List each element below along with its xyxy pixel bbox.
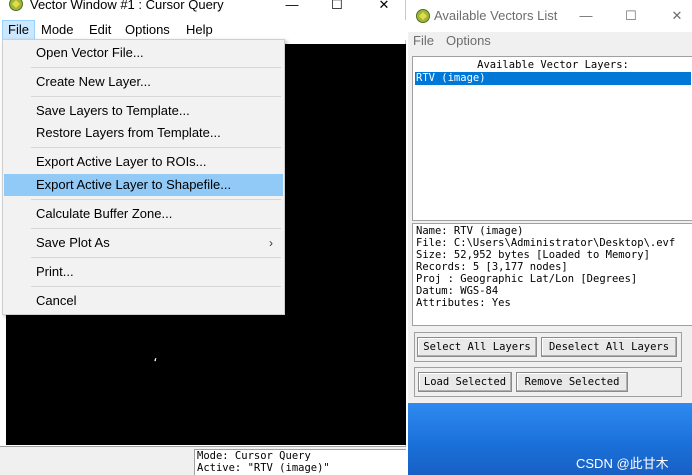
menu-item-calculate-buffer-zone[interactable]: Calculate Buffer Zone... bbox=[4, 203, 283, 225]
menu-file[interactable]: File bbox=[2, 20, 35, 40]
minimize-button[interactable]: — bbox=[571, 7, 601, 25]
info-attributes: Attributes: Yes bbox=[416, 297, 511, 309]
menu-separator bbox=[31, 286, 281, 287]
menu-options[interactable]: Options bbox=[120, 20, 175, 40]
file-dropdown-menu: Open Vector File... Create New Layer... … bbox=[2, 39, 285, 315]
menu-item-export-active-layer-to-rois[interactable]: Export Active Layer to ROIs... bbox=[4, 151, 283, 173]
menu-separator bbox=[31, 228, 281, 229]
minimize-button[interactable]: — bbox=[277, 0, 307, 14]
menu-item-export-active-layer-to-shapefile[interactable]: Export Active Layer to Shapefile... bbox=[4, 174, 283, 196]
envi-app-icon bbox=[415, 8, 431, 24]
desktop-background: CSDN @此甘木 bbox=[408, 403, 692, 475]
maximize-button[interactable]: ☐ bbox=[616, 7, 646, 25]
load-buttons-group: Load Selected Remove Selected bbox=[414, 367, 682, 397]
list-header: Available Vector Layers: bbox=[477, 59, 629, 71]
close-button[interactable]: ✕ bbox=[662, 7, 692, 25]
vector-layers-list[interactable]: Available Vector Layers: RTV (image) bbox=[412, 56, 692, 221]
remove-selected-button[interactable]: Remove Selected bbox=[516, 372, 628, 392]
envi-app-icon bbox=[8, 0, 24, 12]
status-mode-line: Mode: Cursor Query bbox=[197, 450, 311, 462]
vector-window-menubar: File Mode Edit Options Help bbox=[0, 20, 406, 40]
vector-window-title: Vector Window #1 : Cursor Query bbox=[30, 0, 224, 12]
submenu-arrow-icon: › bbox=[269, 236, 273, 250]
menu-item-create-new-layer[interactable]: Create New Layer... bbox=[4, 71, 283, 93]
menu-item-save-plot-as[interactable]: Save Plot As › bbox=[4, 232, 283, 254]
menu-item-label: Save Plot As bbox=[36, 235, 110, 250]
menu-item-restore-layers-from-template[interactable]: Restore Layers from Template... bbox=[4, 122, 283, 144]
available-vectors-title: Available Vectors List bbox=[434, 8, 558, 23]
menu-separator bbox=[31, 199, 281, 200]
maximize-button[interactable]: ☐ bbox=[322, 0, 352, 14]
select-all-layers-button[interactable]: Select All Layers bbox=[417, 337, 537, 357]
menu-separator bbox=[31, 257, 281, 258]
menu-mode[interactable]: Mode bbox=[36, 20, 79, 40]
select-buttons-group: Select All Layers Deselect All Layers bbox=[414, 332, 682, 362]
info-name: Name: RTV (image) bbox=[416, 225, 524, 237]
menu-separator bbox=[31, 147, 281, 148]
available-vectors-window: Available Vectors List — ☐ ✕ File Option… bbox=[408, 0, 692, 475]
menu-options[interactable]: Options bbox=[446, 33, 491, 48]
info-records: Records: 5 [3,177 nodes] bbox=[416, 261, 568, 273]
menu-separator bbox=[31, 96, 281, 97]
load-selected-button[interactable]: Load Selected bbox=[418, 372, 512, 392]
info-file: File: C:\Users\Administrator\Desktop\.ev… bbox=[416, 237, 676, 249]
menu-item-save-layers-to-template[interactable]: Save Layers to Template... bbox=[4, 100, 283, 122]
vector-window-titlebar[interactable]: Vector Window #1 : Cursor Query — ☐ ✕ bbox=[0, 0, 405, 14]
layer-info-panel: Name: RTV (image) File: C:\Users\Adminis… bbox=[412, 223, 692, 326]
cursor-query-mark: ‘ bbox=[152, 356, 159, 369]
csdn-watermark: CSDN @此甘木 bbox=[576, 456, 669, 471]
close-button[interactable]: ✕ bbox=[369, 0, 399, 14]
menu-edit[interactable]: Edit bbox=[84, 20, 116, 40]
menu-file[interactable]: File bbox=[413, 33, 434, 48]
available-vectors-titlebar[interactable]: Available Vectors List — ☐ ✕ bbox=[408, 0, 692, 32]
menu-separator bbox=[31, 67, 281, 68]
layer-list-item-rtv[interactable]: RTV (image) bbox=[415, 72, 691, 85]
status-readout: Mode: Cursor Query Active: "RTV (image)" bbox=[194, 449, 406, 475]
deselect-all-layers-button[interactable]: Deselect All Layers bbox=[541, 337, 677, 357]
info-size: Size: 52,952 bytes [Loaded to Memory] bbox=[416, 249, 650, 261]
info-datum: Datum: WGS-84 bbox=[416, 285, 499, 297]
status-active-line: Active: "RTV (image)" bbox=[197, 462, 330, 474]
vector-window-statusbar: Mode: Cursor Query Active: "RTV (image)" bbox=[0, 446, 406, 475]
menu-help[interactable]: Help bbox=[181, 20, 218, 40]
menu-item-print[interactable]: Print... bbox=[4, 261, 283, 283]
menu-item-open-vector-file[interactable]: Open Vector File... bbox=[4, 42, 283, 64]
available-vectors-menubar: File Options bbox=[408, 32, 692, 52]
menu-item-cancel[interactable]: Cancel bbox=[4, 290, 283, 312]
info-proj: Proj : Geographic Lat/Lon [Degrees] bbox=[416, 273, 638, 285]
